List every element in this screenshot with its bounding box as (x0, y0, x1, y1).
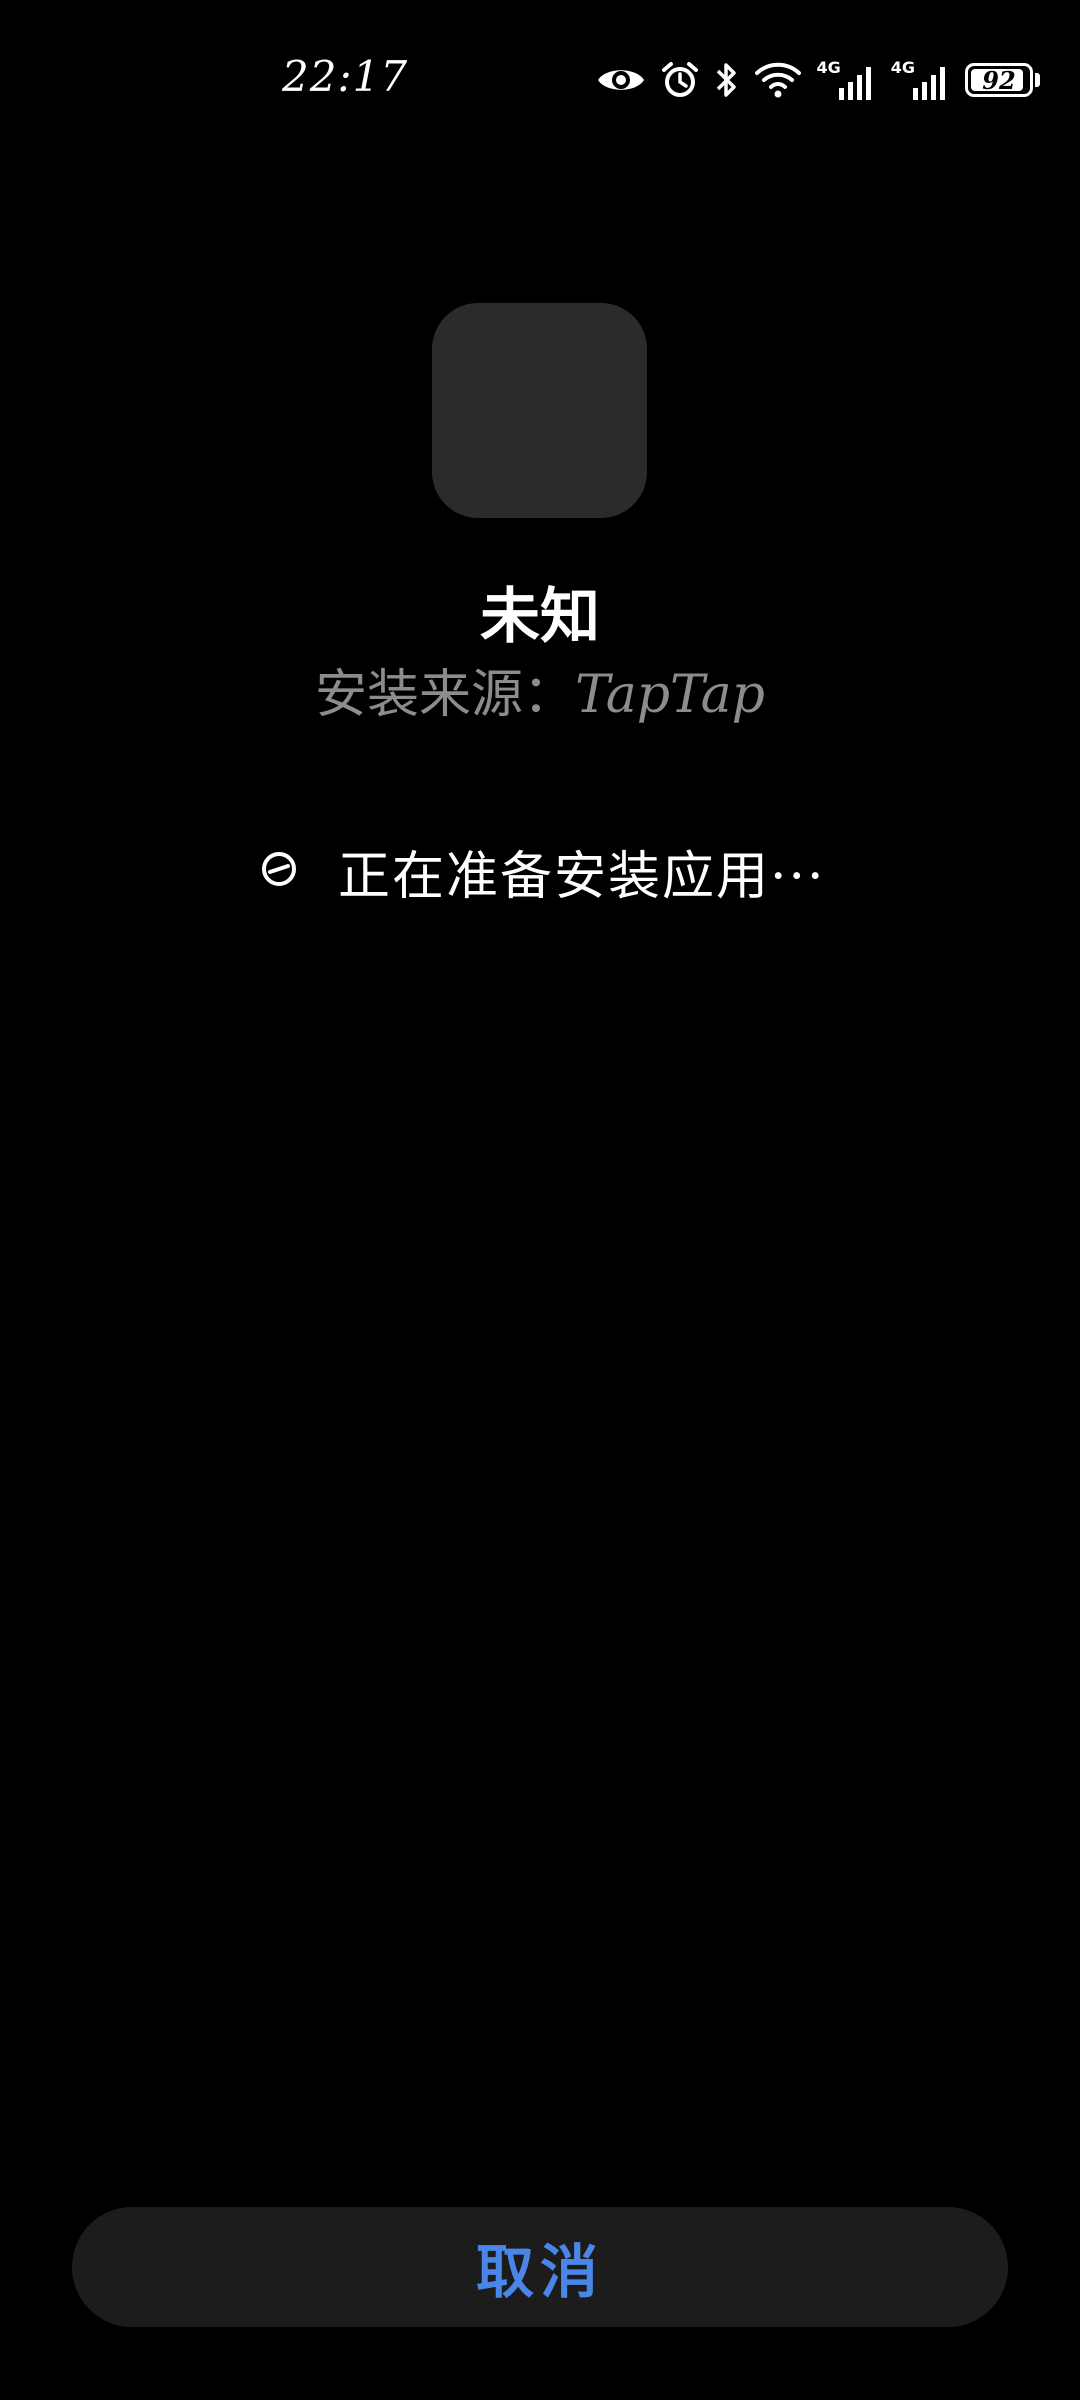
eye-icon (596, 63, 646, 97)
status-time: 22:17 (282, 52, 409, 101)
install-source: 安装来源：TapTap (0, 652, 1080, 727)
battery-level: 92 (982, 65, 1016, 95)
install-source-value: TapTap (575, 665, 765, 725)
battery-icon: 92 (965, 63, 1040, 97)
battery-tip (1035, 73, 1040, 87)
progress-text: 正在准备安装应用··· (338, 846, 826, 907)
status-icons: 4G 4G 92 (596, 56, 1040, 104)
install-progress: 正在准备安装应用··· (260, 836, 826, 907)
cancel-button[interactable]: 取消 (72, 2207, 1008, 2327)
app-icon (432, 303, 647, 518)
bluetooth-icon (714, 60, 740, 100)
signal-icon: 4G (891, 60, 951, 100)
loading-spinner-icon (260, 850, 298, 892)
wifi-icon (754, 61, 802, 99)
signal-icon: 4G (816, 60, 876, 100)
battery-body: 92 (965, 63, 1033, 97)
status-bar: 22:17 4G 4G 92 (0, 0, 1080, 160)
install-source-label: 安装来源： (315, 665, 576, 725)
alarm-icon (660, 60, 700, 100)
app-name: 未知 (480, 582, 600, 652)
